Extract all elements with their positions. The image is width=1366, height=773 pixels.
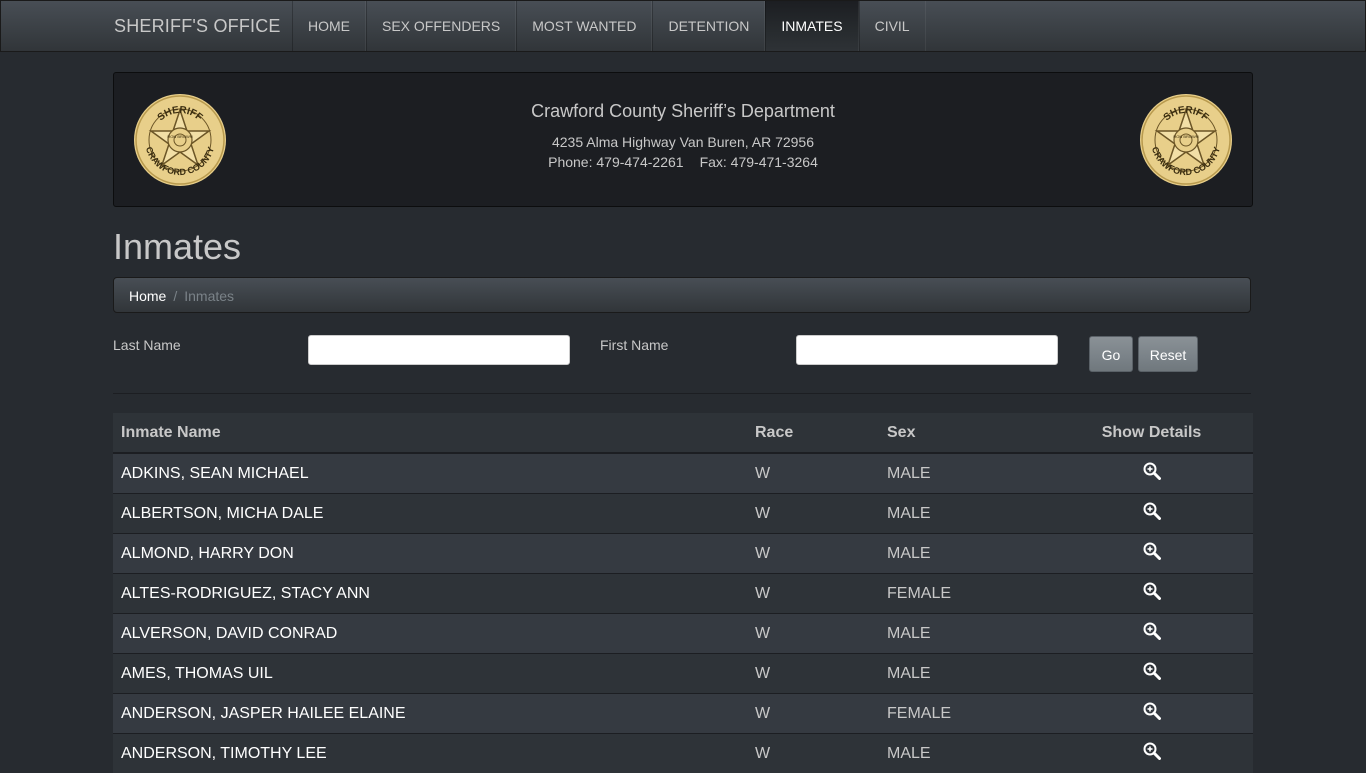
details-cell (1050, 694, 1253, 734)
inmate-name: ALMOND, HARRY DON (113, 534, 747, 574)
inmate-sex: MALE (879, 734, 1050, 773)
last-name-label: Last Name (113, 337, 181, 353)
inmate-race: W (747, 654, 879, 694)
first-name-input[interactable] (796, 335, 1058, 365)
nav-item-home[interactable]: HOME (292, 1, 366, 51)
department-fax: Fax: 479-471-3264 (700, 154, 818, 170)
table-header-row: Inmate Name Race Sex Show Details (113, 413, 1253, 453)
main-nav: HOME SEX OFFENDERS MOST WANTED DETENTION… (292, 1, 926, 51)
inmate-race: W (747, 694, 879, 734)
column-header-name: Inmate Name (113, 413, 747, 453)
inmate-race: W (747, 453, 879, 494)
top-navbar: SHERIFF'S OFFICE HOME SEX OFFENDERS MOST… (0, 0, 1366, 52)
inmate-name: AMES, THOMAS UIL (113, 654, 747, 694)
inmate-name: ANDERSON, TIMOTHY LEE (113, 734, 747, 773)
reset-button[interactable]: Reset (1138, 336, 1198, 372)
details-cell (1050, 734, 1253, 773)
details-cell (1050, 654, 1253, 694)
table-row: ALBERTSON, MICHA DALE W MALE (113, 494, 1253, 534)
nav-item-most-wanted[interactable]: MOST WANTED (516, 1, 652, 51)
table-row: ALVERSON, DAVID CONRAD W MALE (113, 614, 1253, 654)
first-name-label: First Name (600, 337, 668, 353)
inmate-sex: MALE (879, 614, 1050, 654)
zoom-in-icon[interactable] (1143, 742, 1161, 760)
column-header-race: Race (747, 413, 879, 453)
navbar-brand[interactable]: SHERIFF'S OFFICE (114, 1, 281, 51)
department-phone: Phone: 479-474-2261 (548, 154, 683, 170)
inmate-name: ADKINS, SEAN MICHAEL (113, 453, 747, 494)
zoom-in-icon[interactable] (1143, 702, 1161, 720)
column-header-details: Show Details (1050, 413, 1253, 453)
inmate-sex: MALE (879, 534, 1050, 574)
inmates-table: Inmate Name Race Sex Show Details ADKINS… (113, 413, 1253, 773)
breadcrumb-separator: / (166, 288, 184, 304)
zoom-in-icon[interactable] (1143, 622, 1161, 640)
table-row: ANDERSON, JASPER HAILEE ELAINE W FEMALE (113, 694, 1253, 734)
inmate-race: W (747, 494, 879, 534)
inmate-sex: FEMALE (879, 574, 1050, 614)
nav-item-civil[interactable]: CIVIL (859, 1, 926, 51)
department-contact: Phone: 479-474-2261 Fax: 479-471-3264 (114, 154, 1252, 170)
inmate-name: ALTES-RODRIGUEZ, STACY ANN (113, 574, 747, 614)
zoom-in-icon[interactable] (1143, 582, 1161, 600)
department-address: 4235 Alma Highway Van Buren, AR 72956 (114, 134, 1252, 150)
table-row: AMES, THOMAS UIL W MALE (113, 654, 1253, 694)
zoom-in-icon[interactable] (1143, 462, 1161, 480)
column-header-sex: Sex (879, 413, 1050, 453)
table-row: ADKINS, SEAN MICHAEL W MALE (113, 453, 1253, 494)
nav-item-sex-offenders[interactable]: SEX OFFENDERS (366, 1, 516, 51)
details-cell (1050, 534, 1253, 574)
zoom-in-icon[interactable] (1143, 502, 1161, 520)
nav-item-detention[interactable]: DETENTION (652, 1, 765, 51)
page-title: Inmates (113, 226, 241, 268)
inmate-sex: MALE (879, 494, 1050, 534)
details-cell (1050, 574, 1253, 614)
go-button[interactable]: Go (1089, 336, 1133, 372)
inmate-sex: FEMALE (879, 694, 1050, 734)
zoom-in-icon[interactable] (1143, 662, 1161, 680)
breadcrumb-home-link[interactable]: Home (129, 288, 166, 304)
department-header: SHERIFF CRAWFORD COUNTY RON BROWN Crawfo… (113, 72, 1253, 207)
breadcrumb: Home/Inmates (113, 277, 1251, 313)
table-row: ANDERSON, TIMOTHY LEE W MALE (113, 734, 1253, 773)
details-cell (1050, 614, 1253, 654)
table-row: ALTES-RODRIGUEZ, STACY ANN W FEMALE (113, 574, 1253, 614)
inmate-sex: MALE (879, 453, 1050, 494)
department-title: Crawford County Sheriff’s Department (114, 101, 1252, 122)
inmate-name: ALBERTSON, MICHA DALE (113, 494, 747, 534)
last-name-input[interactable] (308, 335, 570, 365)
table-row: ALMOND, HARRY DON W MALE (113, 534, 1253, 574)
inmate-sex: MALE (879, 654, 1050, 694)
inmate-race: W (747, 734, 879, 773)
nav-item-inmates[interactable]: INMATES (765, 1, 858, 51)
details-cell (1050, 453, 1253, 494)
sheriff-badge-logo-right: SHERIFF CRAWFORD COUNTY RON BROWN (1139, 93, 1233, 187)
inmate-name: ALVERSON, DAVID CONRAD (113, 614, 747, 654)
divider (113, 393, 1251, 394)
inmate-race: W (747, 574, 879, 614)
inmate-name: ANDERSON, JASPER HAILEE ELAINE (113, 694, 747, 734)
details-cell (1050, 494, 1253, 534)
svg-text:RON BROWN: RON BROWN (1173, 134, 1198, 139)
inmate-race: W (747, 534, 879, 574)
breadcrumb-current: Inmates (184, 288, 234, 304)
inmate-race: W (747, 614, 879, 654)
zoom-in-icon[interactable] (1143, 542, 1161, 560)
